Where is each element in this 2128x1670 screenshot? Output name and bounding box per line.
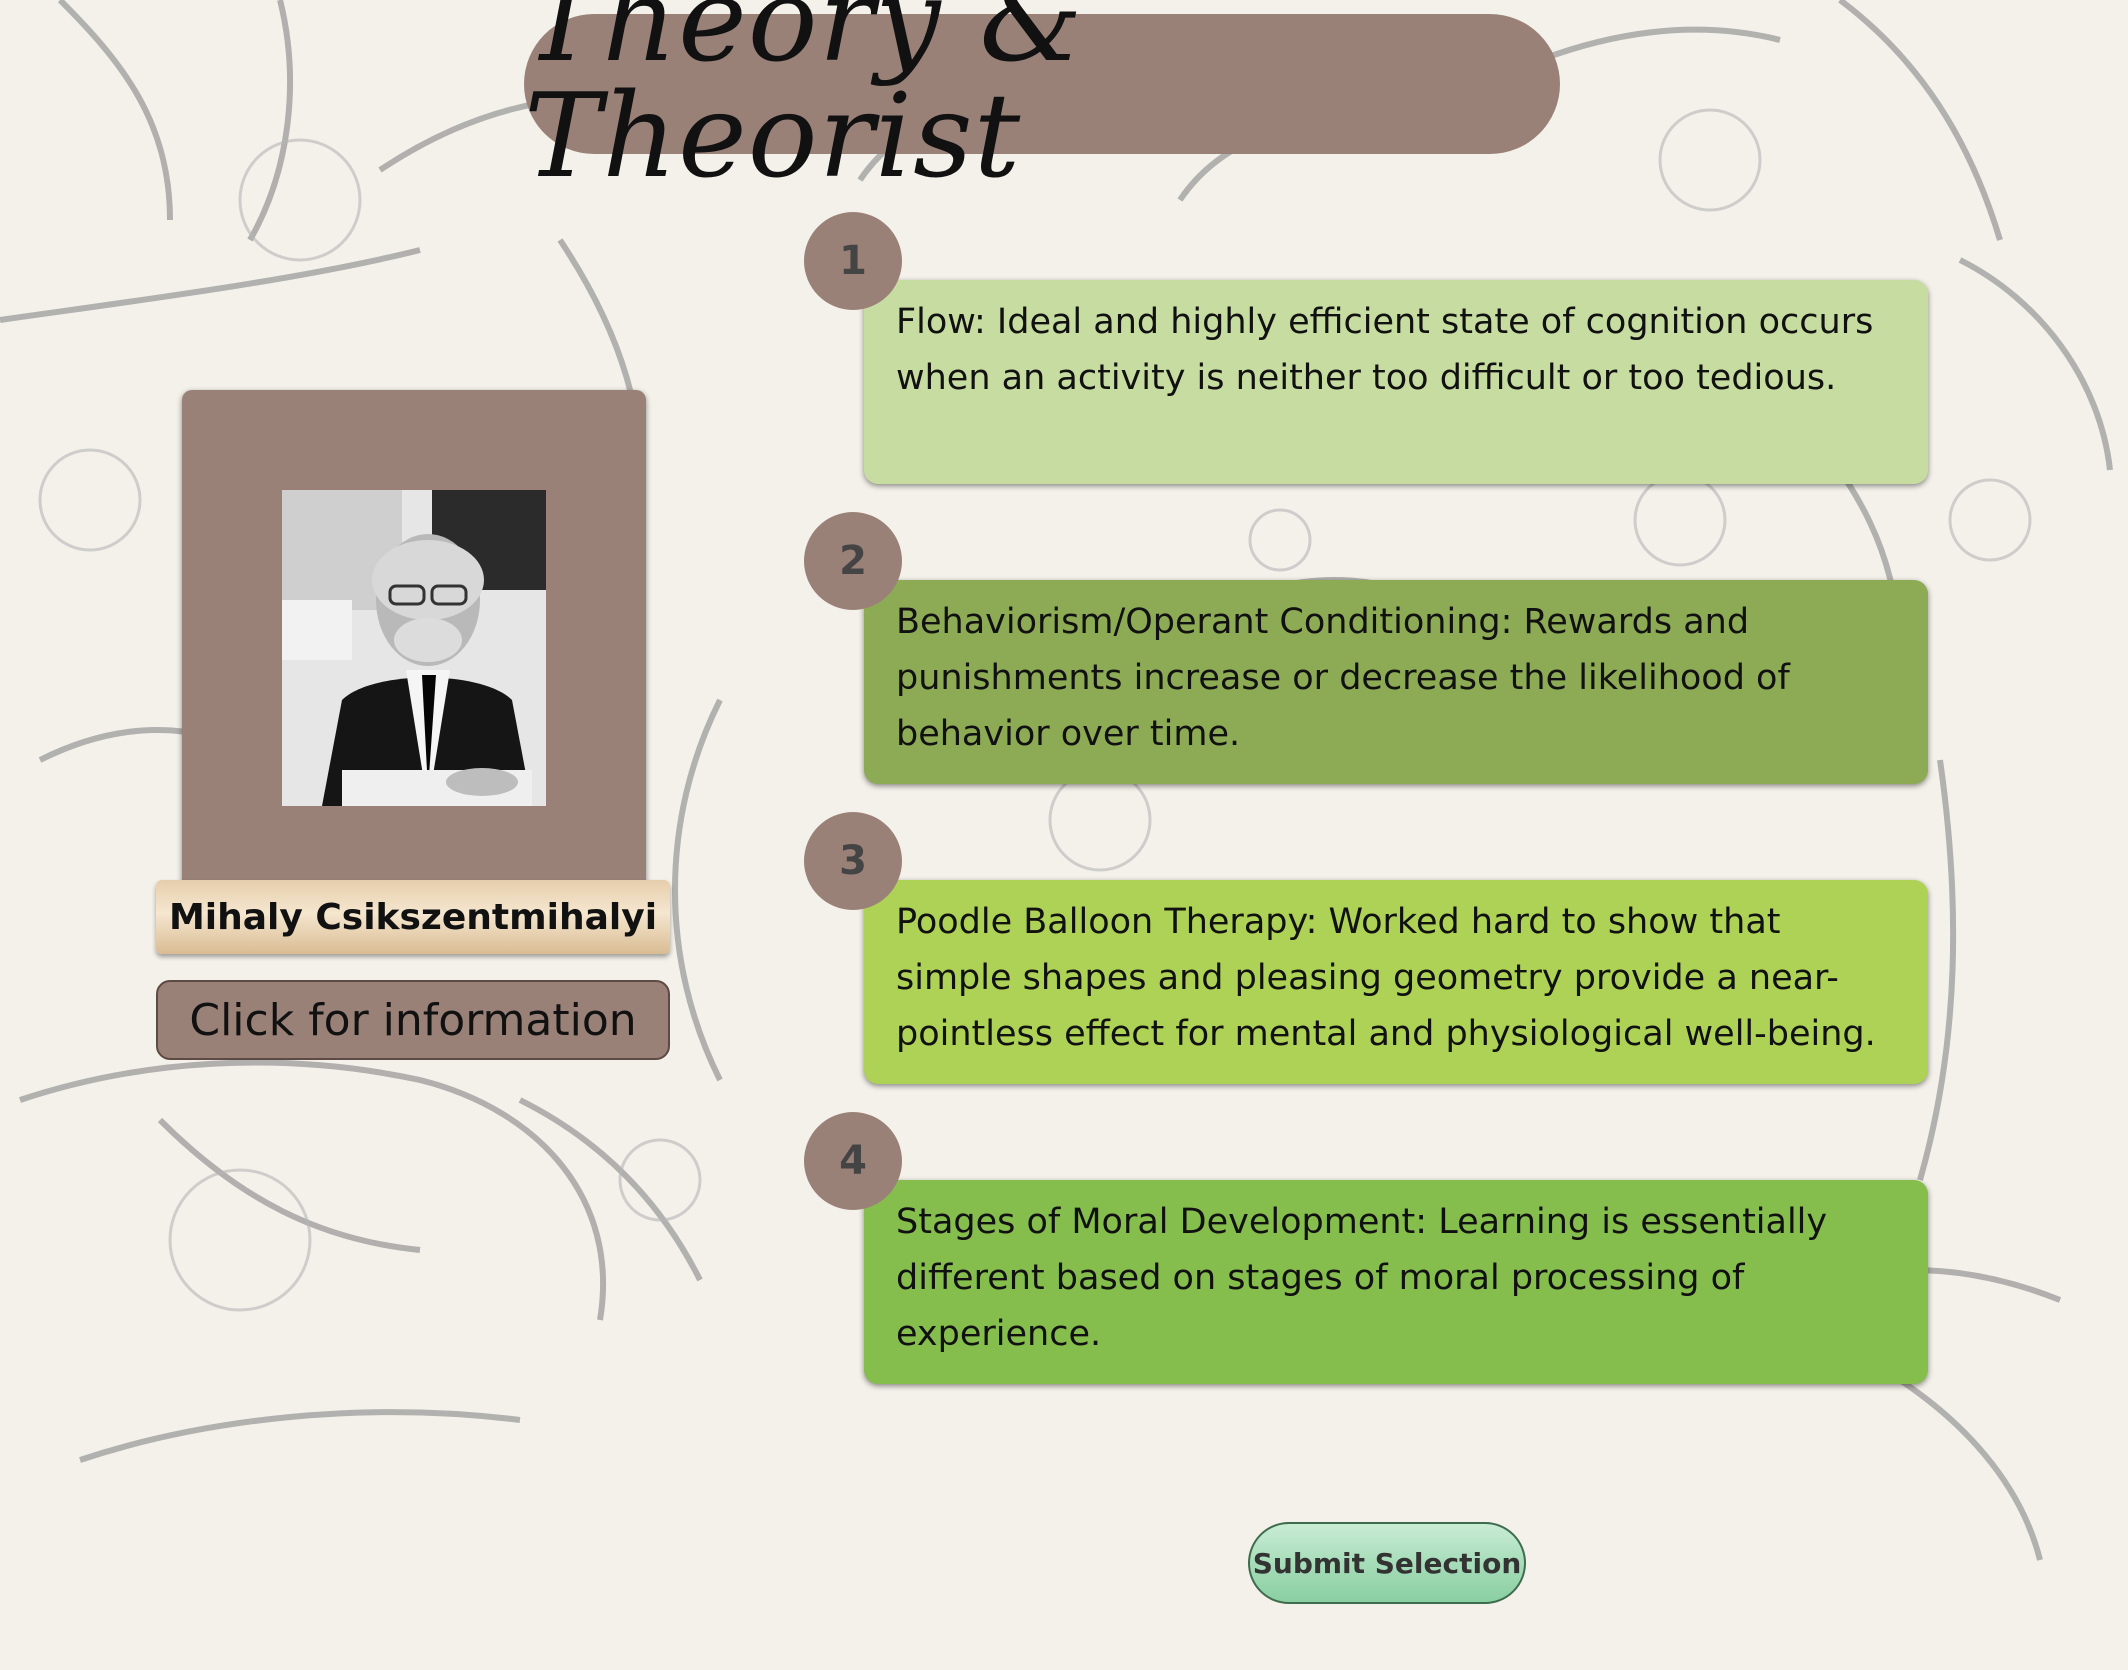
option-number-badge: 4 [804,1112,902,1210]
option-number-badge: 3 [804,812,902,910]
info-button-label: Click for information [189,994,637,1046]
option-card-3[interactable]: Poodle Balloon Therapy: Worked hard to s… [864,880,1928,1084]
option-number-badge: 1 [804,212,902,310]
submit-button[interactable]: Submit Selection [1248,1522,1526,1604]
theorist-name: Mihaly Csikszentmihalyi [168,896,658,938]
info-button[interactable]: Click for information [156,980,670,1060]
title-banner: Theory & Theorist [524,0,1560,195]
option-number: 1 [839,238,867,284]
option-text: Poodle Balloon Therapy: Worked hard to s… [896,902,1876,1054]
page-title: Theory & Theorist [524,0,1084,204]
option-number: 4 [839,1138,867,1184]
option-number: 3 [839,838,867,884]
option-card-2[interactable]: Behaviorism/Operant Conditioning: Reward… [864,580,1928,784]
option-text: Behaviorism/Operant Conditioning: Reward… [896,602,1790,754]
theorist-photo [282,490,546,806]
option-card-1[interactable]: Flow: Ideal and highly efficient state o… [864,280,1928,484]
option-text: Stages of Moral Development: Learning is… [896,1202,1828,1354]
option-number-badge: 2 [804,512,902,610]
option-number: 2 [839,538,867,584]
option-text: Flow: Ideal and highly efficient state o… [896,302,1874,398]
page: Theory & Theorist Mihaly Csikszentmihaly… [0,0,2128,1670]
submit-button-label: Submit Selection [1252,1546,1522,1580]
option-card-4[interactable]: Stages of Moral Development: Learning is… [864,1180,1928,1384]
theorist-name-ribbon: Mihaly Csikszentmihalyi [156,880,670,954]
